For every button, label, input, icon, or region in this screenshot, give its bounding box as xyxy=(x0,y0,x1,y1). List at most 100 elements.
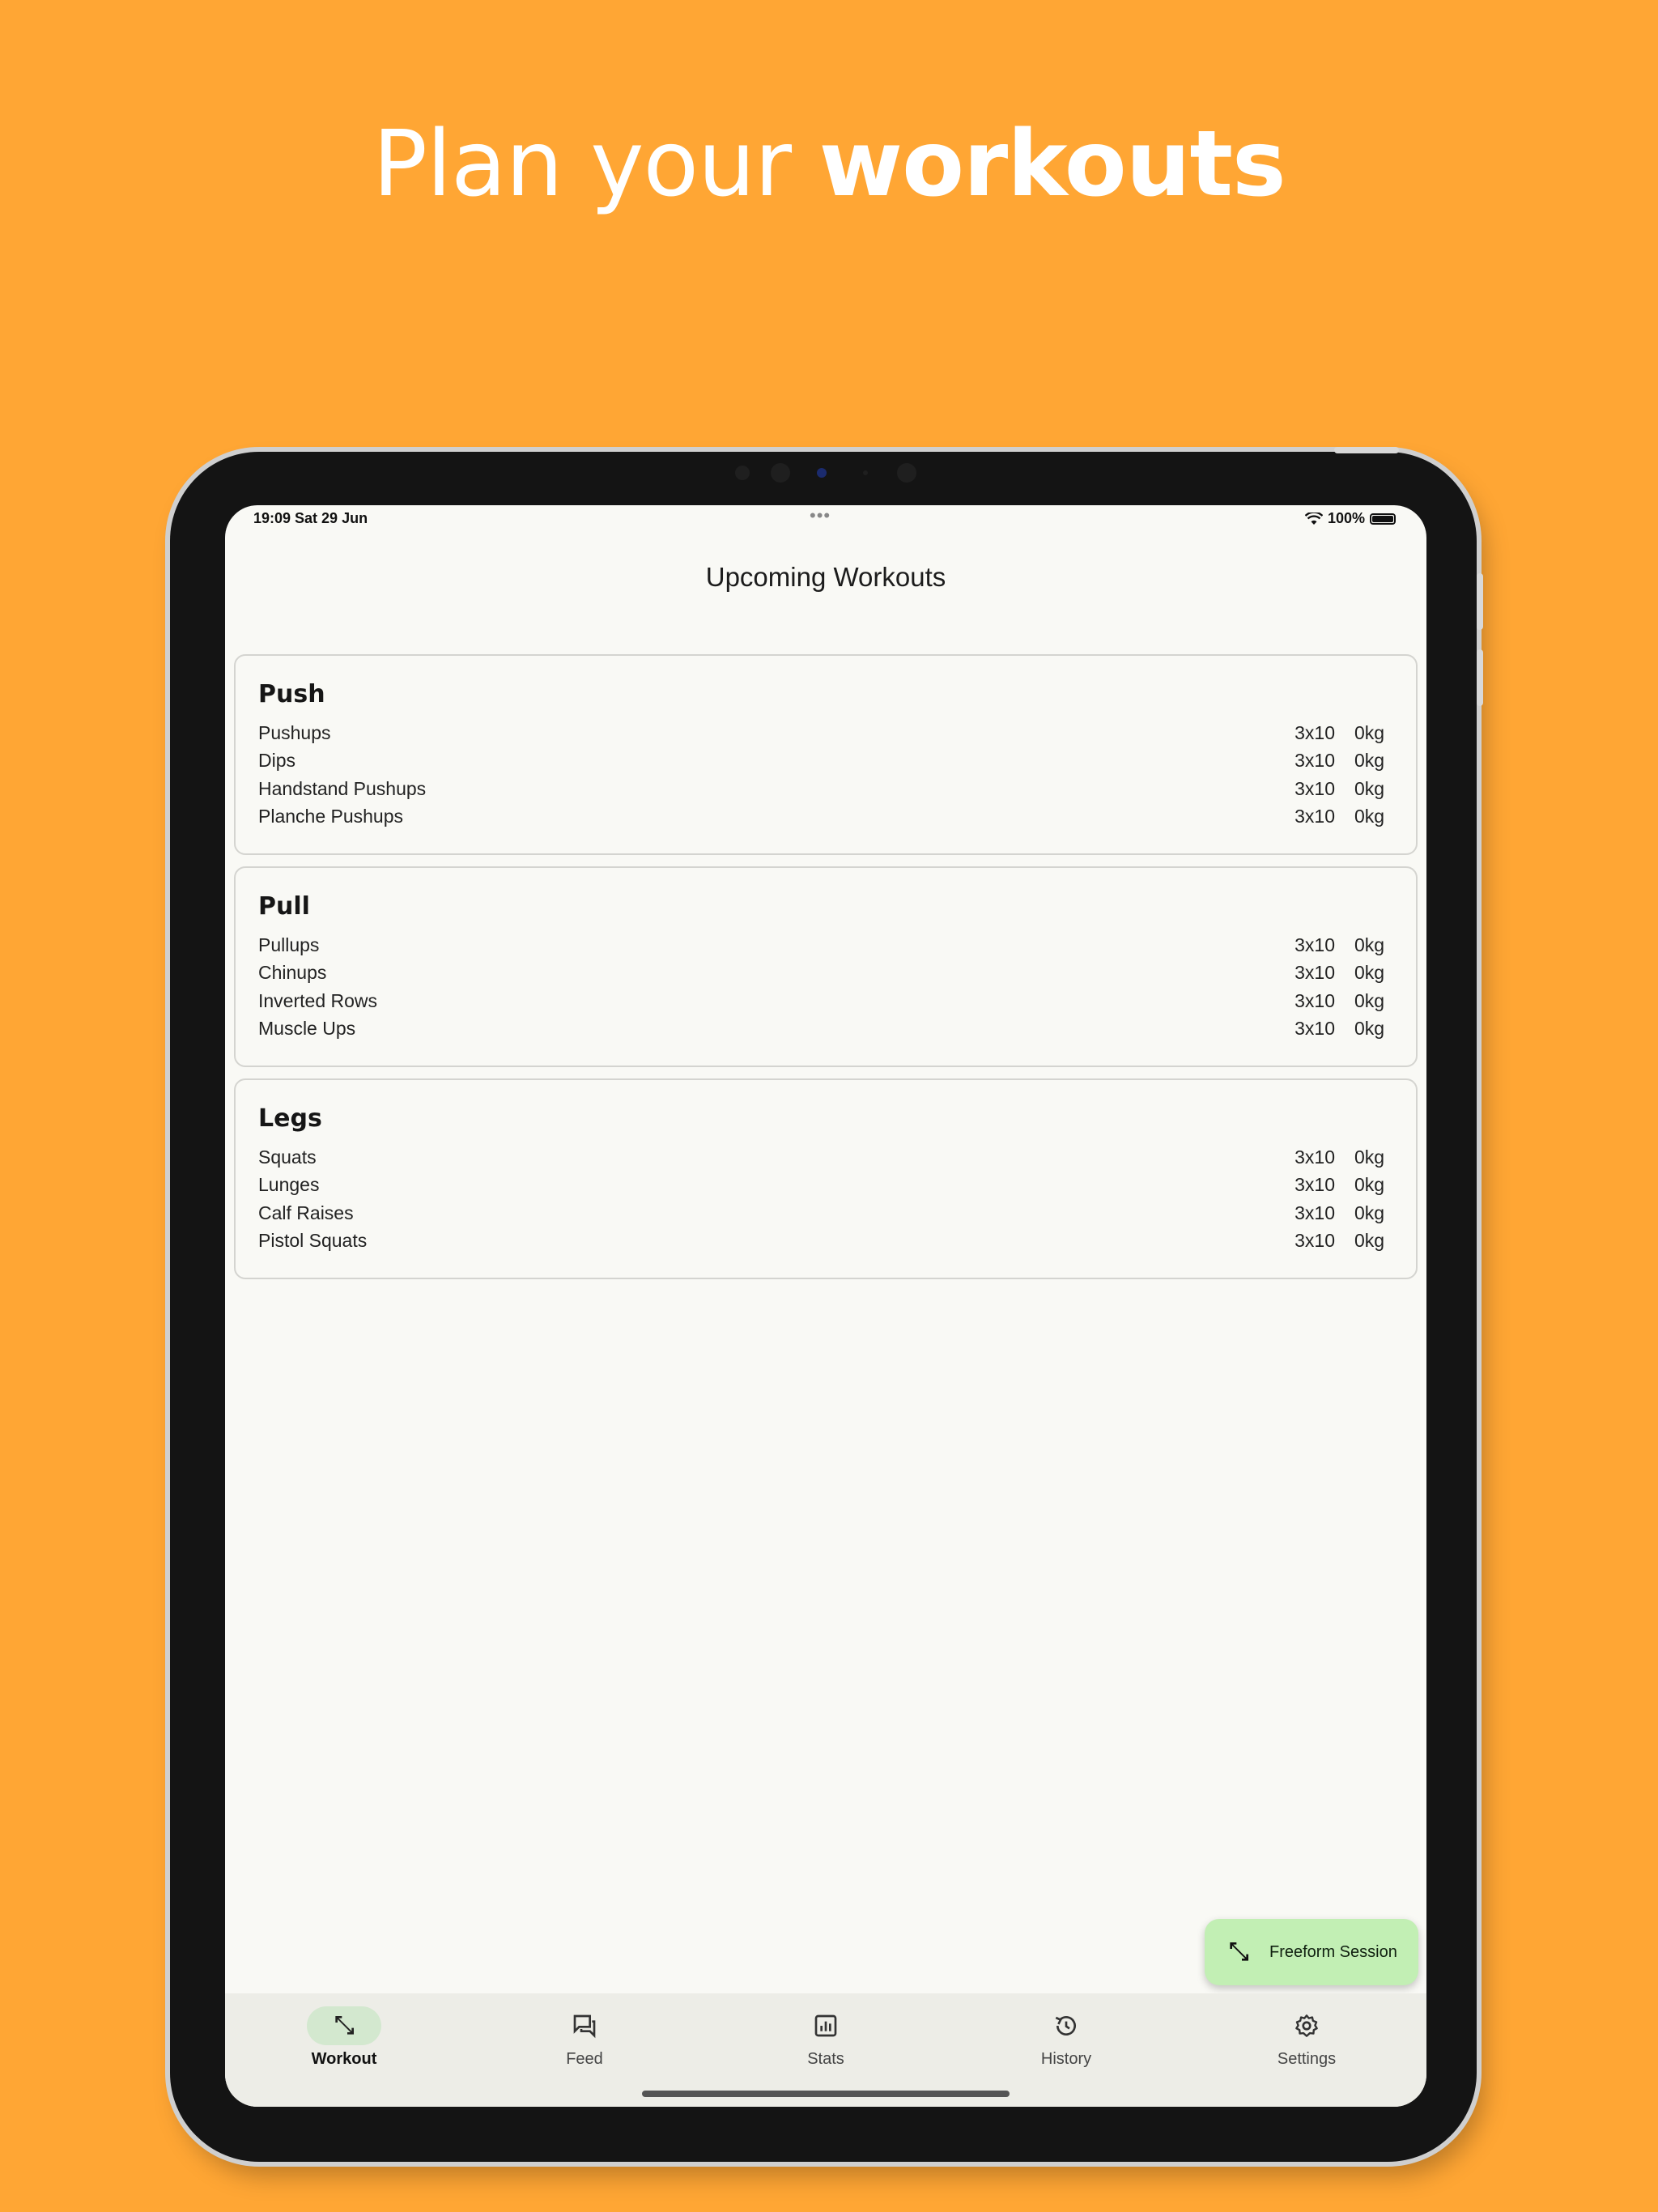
sensor-icon xyxy=(735,466,750,480)
exercise-name: Pistol Squats xyxy=(258,1230,368,1251)
exercise-name: Calf Raises xyxy=(258,1202,354,1223)
exercise-name: Squats xyxy=(258,1146,317,1168)
exercise-name: Dips xyxy=(258,750,296,771)
nav-item-stats[interactable]: Stats xyxy=(745,2006,907,2069)
workout-card[interactable]: Legs Squats 3x10 0kg Lunges 3x10 0kg Calf Raise… xyxy=(234,1078,1418,1279)
nav-icon-container xyxy=(307,2006,381,2045)
bottom-navigation: Workout Feed Stats History Settings xyxy=(225,1993,1426,2107)
workout-card[interactable]: Push Pushups 3x10 0kg Dips 3x10 0kg Handstand P… xyxy=(234,654,1418,855)
exercise-name: Chinups xyxy=(258,962,327,983)
exercise-row: Planche Pushups 3x10 0kg xyxy=(258,803,1384,831)
tablet-device: 19:09 Sat 29 Jun ••• 100% Upcoming Worko… xyxy=(170,447,1483,2162)
nav-icon-container xyxy=(1269,2006,1344,2045)
exercise-weight: 0kg xyxy=(1354,777,1385,799)
volume-up-button xyxy=(1477,573,1483,630)
headline-bold: workouts xyxy=(818,112,1286,217)
exercise-sets: 3x10 xyxy=(1295,777,1335,799)
exercise-row: Lunges 3x10 0kg xyxy=(258,1172,1384,1199)
exercise-weight: 0kg xyxy=(1354,1146,1385,1168)
exercise-weight: 0kg xyxy=(1354,721,1385,743)
exercise-weight: 0kg xyxy=(1354,1174,1385,1195)
exercise-sets: 3x10 xyxy=(1295,1230,1335,1251)
workout-card[interactable]: Pull Pullups 3x10 0kg Chinups 3x10 0kg Inverted… xyxy=(234,866,1418,1067)
page-title: Upcoming Workouts xyxy=(705,562,946,592)
exercise-sets: 3x10 xyxy=(1295,934,1335,955)
exercise-sets: 3x10 xyxy=(1295,750,1335,771)
exercise-row: Pullups 3x10 0kg xyxy=(258,931,1384,959)
nav-icon-container xyxy=(789,2006,863,2045)
nav-label: Settings xyxy=(1277,2050,1337,2068)
exercise-weight: 0kg xyxy=(1354,989,1385,1011)
status-time: 19:09 Sat 29 Jun xyxy=(253,510,368,526)
exercise-sets: 3x10 xyxy=(1295,962,1335,983)
sensor-icon xyxy=(863,470,868,475)
exercise-name: Pullups xyxy=(258,934,320,955)
nav-item-history[interactable]: History xyxy=(985,2006,1147,2069)
freeform-session-button[interactable]: Freeform Session xyxy=(1205,1919,1418,1985)
exercise-sets: 3x10 xyxy=(1295,1018,1335,1039)
home-indicator[interactable] xyxy=(642,2091,1010,2097)
exercise-name: Inverted Rows xyxy=(258,989,378,1011)
sensor-icon xyxy=(771,463,790,483)
history-icon xyxy=(1055,2016,1076,2035)
exercise-weight: 0kg xyxy=(1354,750,1385,771)
exercise-sets: 3x10 xyxy=(1295,1146,1335,1168)
exercise-sets: 3x10 xyxy=(1295,806,1335,827)
multitask-dots-icon[interactable]: ••• xyxy=(810,505,831,526)
nav-item-workout[interactable]: Workout xyxy=(263,2006,425,2069)
exercise-row: Handstand Pushups 3x10 0kg xyxy=(258,775,1384,802)
dumbbell-icon xyxy=(335,2016,354,2035)
headline: Plan your workouts xyxy=(0,104,1658,225)
exercise-sets: 3x10 xyxy=(1295,721,1335,743)
status-bar: 19:09 Sat 29 Jun ••• 100% xyxy=(225,505,1426,530)
exercise-row: Dips 3x10 0kg xyxy=(258,747,1384,775)
exercise-row: Calf Raises 3x10 0kg xyxy=(258,1199,1384,1227)
exercise-row: Pistol Squats 3x10 0kg xyxy=(258,1227,1384,1255)
volume-down-button xyxy=(1477,649,1483,706)
exercise-weight: 0kg xyxy=(1354,1018,1385,1039)
exercise-weight: 0kg xyxy=(1354,1202,1385,1223)
nav-label: Stats xyxy=(807,2050,844,2068)
exercise-sets: 3x10 xyxy=(1295,989,1335,1011)
workout-title: Push xyxy=(258,680,325,708)
nav-icon-container xyxy=(1029,2006,1103,2045)
top-button xyxy=(1334,447,1399,453)
workout-title: Legs xyxy=(258,1104,322,1133)
exercise-name: Pushups xyxy=(258,721,331,743)
exercise-row: Pushups 3x10 0kg xyxy=(258,719,1384,747)
exercise-row: Muscle Ups 3x10 0kg xyxy=(258,1015,1384,1043)
exercise-name: Planche Pushups xyxy=(258,806,404,827)
exercise-sets: 3x10 xyxy=(1295,1174,1335,1195)
battery-icon xyxy=(1370,513,1396,525)
app-screen: 19:09 Sat 29 Jun ••• 100% Upcoming Worko… xyxy=(225,505,1426,2107)
exercise-sets: 3x10 xyxy=(1295,1202,1335,1223)
exercise-weight: 0kg xyxy=(1354,806,1385,827)
nav-label: Workout xyxy=(311,2050,377,2068)
nav-item-settings[interactable]: Settings xyxy=(1226,2006,1388,2069)
exercise-row: Inverted Rows 3x10 0kg xyxy=(258,987,1384,1015)
exercise-name: Lunges xyxy=(258,1174,320,1195)
camera-icon xyxy=(817,468,827,478)
fab-label: Freeform Session xyxy=(1269,1942,1397,1961)
exercise-weight: 0kg xyxy=(1354,934,1385,955)
wifi-icon xyxy=(1304,512,1323,525)
exercise-row: Chinups 3x10 0kg xyxy=(258,959,1384,987)
workout-title: Pull xyxy=(258,892,310,921)
nav-icon-container xyxy=(547,2006,622,2045)
headline-light: Plan your xyxy=(372,112,819,217)
exercise-name: Muscle Ups xyxy=(258,1018,356,1039)
exercise-name: Handstand Pushups xyxy=(258,777,427,799)
sensor-icon xyxy=(897,463,916,483)
battery-percent: 100% xyxy=(1327,510,1365,526)
nav-item-feed[interactable]: Feed xyxy=(504,2006,665,2069)
gear-icon xyxy=(1295,2014,1318,2037)
bar-chart-icon xyxy=(814,2014,837,2037)
chat-icon xyxy=(573,2014,596,2039)
nav-label: Feed xyxy=(566,2050,603,2068)
dumbbell-icon xyxy=(1230,1942,1248,1961)
exercise-weight: 0kg xyxy=(1354,962,1385,983)
status-right: 100% xyxy=(1304,510,1396,527)
exercise-weight: 0kg xyxy=(1354,1230,1385,1251)
nav-label: History xyxy=(1040,2050,1092,2068)
exercise-row: Squats 3x10 0kg xyxy=(258,1143,1384,1171)
